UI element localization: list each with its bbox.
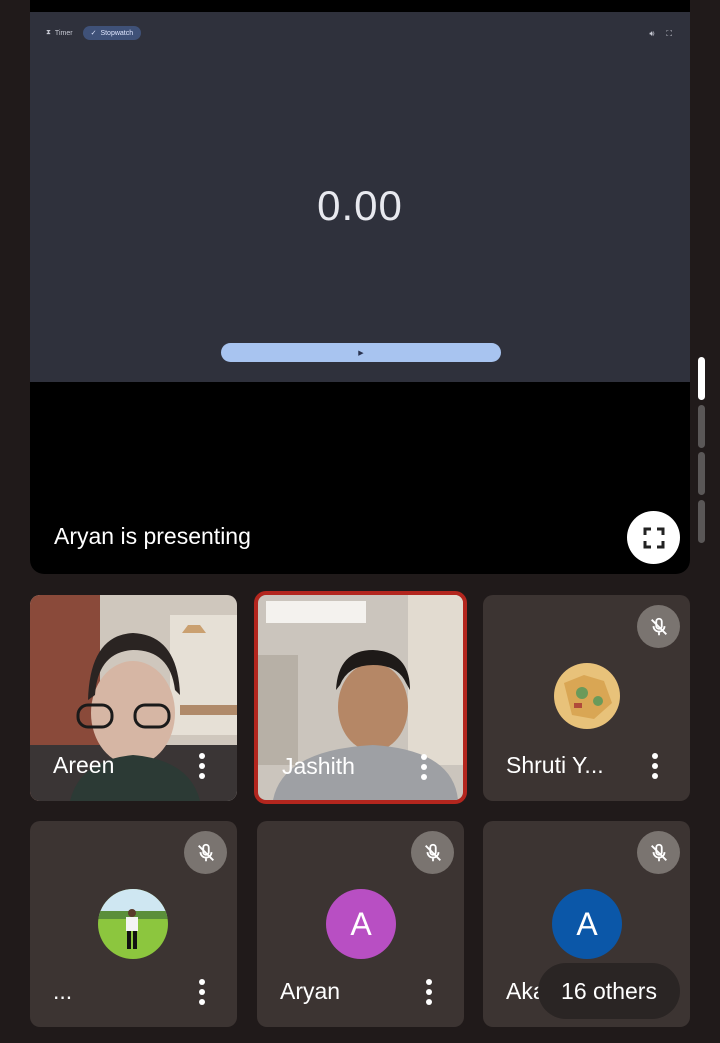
shared-screen: ⧗ Timer ✓ Stopwatch 🔊︎ ⛶ 0.00 ▶ bbox=[30, 12, 690, 382]
page-indicator-active[interactable] bbox=[698, 357, 705, 400]
mic-off-button[interactable] bbox=[637, 605, 680, 648]
more-options-button[interactable] bbox=[416, 977, 442, 1007]
avatar bbox=[554, 663, 620, 729]
mic-off-button[interactable] bbox=[184, 831, 227, 874]
tab-stopwatch-label: Stopwatch bbox=[100, 29, 134, 37]
participant-tile-shruti[interactable]: Shruti Y... bbox=[483, 595, 690, 801]
presentation-panel: ⧗ Timer ✓ Stopwatch 🔊︎ ⛶ 0.00 ▶ Aryan is… bbox=[30, 0, 690, 574]
page-indicator[interactable] bbox=[698, 452, 705, 495]
participant-tile-jashith[interactable]: Jashith bbox=[254, 591, 467, 804]
mic-off-icon bbox=[650, 617, 667, 635]
page-indicator[interactable] bbox=[698, 500, 705, 543]
start-button[interactable]: ▶ bbox=[221, 343, 501, 362]
more-options-button[interactable] bbox=[642, 751, 668, 781]
mic-off-icon bbox=[424, 843, 441, 861]
more-options-button[interactable] bbox=[189, 977, 215, 1007]
more-options-button[interactable] bbox=[411, 752, 437, 782]
screen-controls: 🔊︎ ⛶ bbox=[649, 29, 672, 39]
tab-timer[interactable]: ⧗ Timer bbox=[44, 26, 75, 40]
mic-off-icon bbox=[197, 843, 214, 861]
photo-avatar-icon bbox=[98, 889, 168, 959]
tab-stopwatch[interactable]: ✓ Stopwatch bbox=[82, 26, 142, 40]
more-options-button[interactable] bbox=[189, 751, 215, 781]
mic-off-button[interactable] bbox=[637, 831, 680, 874]
participant-tile-areen[interactable]: Areen bbox=[30, 595, 237, 801]
play-icon: ▶ bbox=[358, 349, 364, 357]
participant-name: Areen bbox=[53, 752, 115, 778]
stopwatch-display: 0.00 bbox=[317, 182, 403, 229]
fullscreen-button[interactable] bbox=[627, 511, 680, 564]
volume-icon[interactable]: 🔊︎ bbox=[649, 29, 654, 39]
presenting-label: Aryan is presenting bbox=[54, 523, 251, 549]
stopwatch-tabs: ⧗ Timer ✓ Stopwatch bbox=[44, 26, 142, 40]
avatar: A bbox=[326, 889, 396, 959]
mic-off-icon bbox=[650, 843, 667, 861]
check-icon: ✓ bbox=[90, 30, 97, 37]
tab-timer-label: Timer bbox=[54, 29, 73, 37]
participant-name: ... bbox=[53, 978, 73, 1004]
map-avatar-icon bbox=[554, 663, 620, 729]
participant-tile-unnamed[interactable]: ... bbox=[30, 821, 237, 1027]
mic-off-button[interactable] bbox=[411, 831, 454, 874]
participant-name: Shruti Y... bbox=[506, 752, 604, 778]
others-button[interactable]: 16 others bbox=[538, 963, 680, 1019]
fullscreen-icon bbox=[643, 527, 664, 548]
participant-name: Jashith bbox=[282, 753, 355, 779]
participant-tile-aryan[interactable]: A Aryan bbox=[257, 821, 464, 1027]
hourglass-icon: ⧗ bbox=[46, 29, 51, 36]
page-indicator[interactable] bbox=[698, 405, 705, 448]
avatar: A bbox=[552, 889, 622, 959]
participant-name: Aryan bbox=[280, 978, 341, 1004]
avatar bbox=[98, 889, 168, 959]
fullscreen-small-icon[interactable]: ⛶ bbox=[666, 29, 672, 39]
